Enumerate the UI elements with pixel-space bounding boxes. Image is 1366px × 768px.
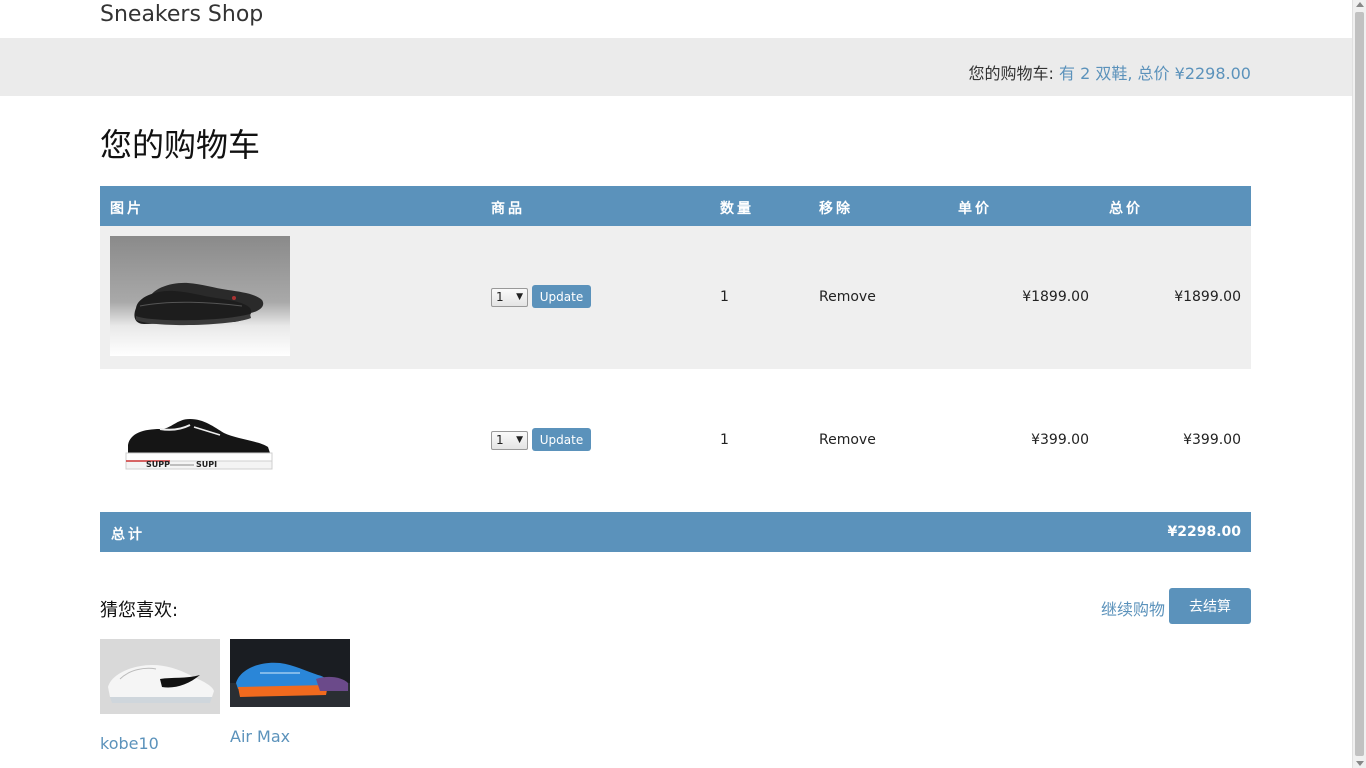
product-image-vans[interactable]: SUPP SUPI bbox=[110, 379, 290, 499]
total-price: ¥399.00 bbox=[1183, 432, 1241, 448]
column-header-product: 商品 bbox=[491, 201, 525, 217]
vertical-scrollbar[interactable] bbox=[1352, 0, 1366, 768]
remove-link[interactable]: Remove bbox=[819, 432, 876, 448]
page: Sneakers Shop 您的购物车: 有 2 双鞋, 总价 ¥2298.00… bbox=[0, 0, 1352, 768]
table-row: 1 ▼ Update 1 Remove ¥1899.00 ¥1899.00 bbox=[100, 226, 1251, 369]
scroll-up-arrow-icon[interactable] bbox=[1356, 2, 1364, 7]
page-title: 您的购物车 bbox=[100, 126, 261, 164]
scrollbar-thumb[interactable] bbox=[1355, 12, 1364, 756]
column-header-image: 图片 bbox=[110, 201, 144, 217]
unit-price: ¥399.00 bbox=[1031, 432, 1089, 448]
update-button[interactable]: Update bbox=[532, 428, 591, 451]
quantity-value: 1 bbox=[720, 289, 729, 305]
update-button[interactable]: Update bbox=[532, 285, 591, 308]
column-header-total-price: 总价 bbox=[1109, 201, 1143, 217]
cart-summary-link[interactable]: 有 2 双鞋, 总价 ¥2298.00 bbox=[1059, 64, 1251, 83]
column-header-unit-price: 单价 bbox=[958, 201, 992, 217]
suggestion-image-kobe10[interactable] bbox=[100, 639, 220, 714]
table-header: 图片 商品 数量 移除 单价 总价 bbox=[100, 186, 1251, 226]
suggestion-name-link[interactable]: kobe10 bbox=[100, 734, 220, 753]
dropdown-arrow-icon: ▼ bbox=[516, 292, 523, 302]
dropdown-arrow-icon: ▼ bbox=[516, 435, 523, 445]
quantity-select[interactable]: 1 ▼ bbox=[491, 288, 528, 307]
grand-total-amount: ¥2298.00 bbox=[1167, 524, 1241, 540]
continue-shopping-link[interactable]: 继续购物 bbox=[1101, 596, 1165, 620]
suggestion-name-link[interactable]: Air Max bbox=[230, 727, 350, 746]
svg-text:SUPI: SUPI bbox=[196, 460, 217, 469]
grand-total-label: 总计 bbox=[111, 527, 145, 543]
top-bar: Sneakers Shop bbox=[0, 0, 1352, 38]
suggestion-item: Air Max bbox=[230, 639, 350, 746]
table-row: SUPP SUPI 1 ▼ Update 1 Remove ¥399.00 ¥39… bbox=[100, 369, 1251, 512]
quantity-value: 1 bbox=[720, 432, 729, 448]
column-header-quantity: 数量 bbox=[720, 201, 754, 217]
cart-table: 图片 商品 数量 移除 单价 总价 1 ▼ Update 1 Remove ¥1… bbox=[100, 186, 1251, 552]
cart-summary-bar: 您的购物车: 有 2 双鞋, 总价 ¥2298.00 bbox=[0, 38, 1352, 96]
quantity-select-value: 1 bbox=[496, 433, 504, 447]
remove-link[interactable]: Remove bbox=[819, 289, 876, 305]
table-footer: 总计 ¥2298.00 bbox=[100, 512, 1251, 552]
suggestion-item: kobe10 bbox=[100, 639, 220, 753]
scroll-down-arrow-icon[interactable] bbox=[1356, 761, 1364, 766]
product-image-yeezy[interactable] bbox=[110, 236, 290, 356]
quantity-select[interactable]: 1 ▼ bbox=[491, 431, 528, 450]
suggestions-title: 猜您喜欢: bbox=[100, 600, 179, 621]
site-brand[interactable]: Sneakers Shop bbox=[100, 2, 263, 27]
quantity-select-value: 1 bbox=[496, 290, 504, 304]
suggestion-image-air-max[interactable] bbox=[230, 639, 350, 707]
checkout-button[interactable]: 去结算 bbox=[1169, 588, 1251, 624]
cart-summary-label: 您的购物车: bbox=[968, 64, 1060, 83]
unit-price: ¥1899.00 bbox=[1022, 289, 1089, 305]
column-header-remove: 移除 bbox=[819, 201, 853, 217]
total-price: ¥1899.00 bbox=[1174, 289, 1241, 305]
svg-text:SUPP: SUPP bbox=[146, 460, 170, 469]
cart-summary: 您的购物车: 有 2 双鞋, 总价 ¥2298.00 bbox=[969, 60, 1251, 84]
